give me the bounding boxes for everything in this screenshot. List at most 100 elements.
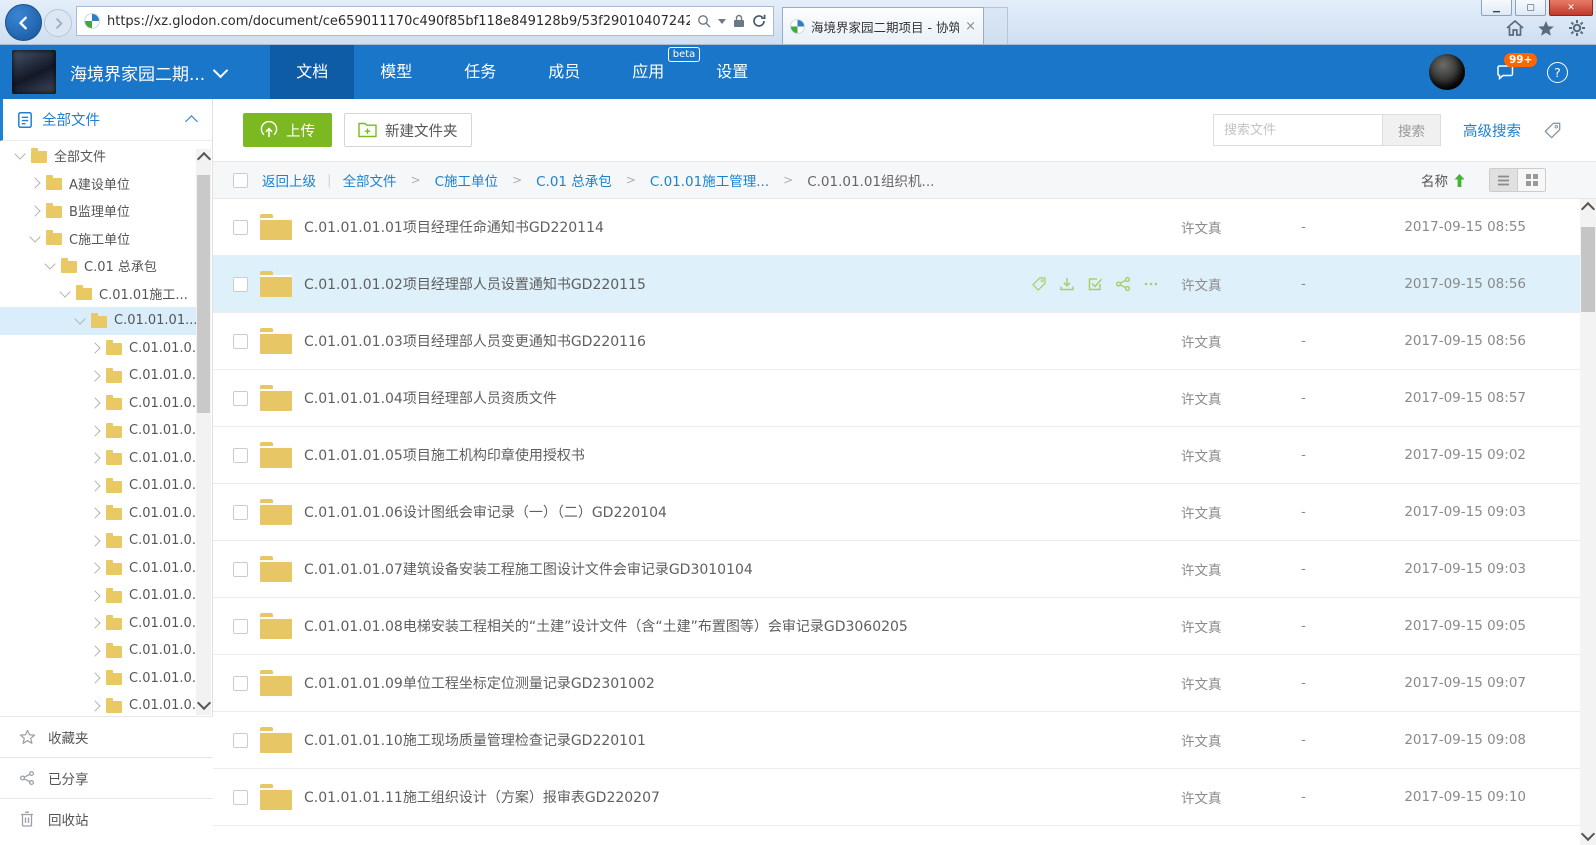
row-checkbox[interactable] <box>233 733 248 748</box>
tree-item[interactable]: C.01.01.01... <box>0 307 196 335</box>
chevron-right-icon[interactable] <box>89 618 100 629</box>
file-name[interactable]: C.01.01.01.03项目经理部人员变更通知书GD220116 <box>304 331 1031 351</box>
chevron-right-icon[interactable] <box>89 535 100 546</box>
chevron-right-icon[interactable] <box>89 700 100 711</box>
row-checkbox[interactable] <box>233 334 248 349</box>
row-checkbox[interactable] <box>233 220 248 235</box>
chevron-right-icon[interactable] <box>89 370 100 381</box>
file-row[interactable]: C.01.01.01.10施工现场质量管理检查记录GD220101许文真-201… <box>213 712 1596 769</box>
tag-icon[interactable] <box>1031 276 1047 292</box>
sidebar-item-shared[interactable]: 已分享 <box>0 757 213 798</box>
tree-item[interactable]: C.01.01.0... <box>0 417 196 445</box>
breadcrumb-link[interactable]: C施工单位 <box>435 170 498 190</box>
file-name[interactable]: C.01.01.01.10施工现场质量管理检查记录GD220101 <box>304 730 1031 750</box>
tree-item[interactable]: C.01.01.0... <box>0 637 196 665</box>
sort-control[interactable]: 名称 <box>1421 170 1465 190</box>
tree-item[interactable]: A建设单位 <box>0 170 196 198</box>
chevron-right-icon[interactable] <box>29 178 40 189</box>
new-tab-stub[interactable] <box>984 7 1008 44</box>
tree-item[interactable]: C.01.01.0... <box>0 665 196 693</box>
close-icon[interactable]: ✕ <box>1549 0 1593 16</box>
tree-item[interactable]: C.01.01.0... <box>0 445 196 473</box>
chevron-down-icon[interactable] <box>59 286 70 297</box>
chevron-right-icon[interactable] <box>89 398 100 409</box>
row-checkbox[interactable] <box>233 619 248 634</box>
file-name[interactable]: C.01.01.01.04项目经理部人员资质文件 <box>304 388 1031 408</box>
tree-item[interactable]: C.01.01.0... <box>0 500 196 528</box>
list-view-button[interactable] <box>1490 169 1517 191</box>
tree-item[interactable]: C.01 总承包 <box>0 252 196 280</box>
file-row[interactable]: C.01.01.01.04项目经理部人员资质文件许文真-2017-09-15 0… <box>213 370 1596 427</box>
project-selector[interactable]: 海境界家园二期... <box>0 45 226 99</box>
file-name[interactable]: C.01.01.01.07建筑设备安装工程施工图设计文件会审记录GD301010… <box>304 559 1031 579</box>
chevron-right-icon[interactable] <box>89 343 100 354</box>
download-icon[interactable] <box>1059 276 1075 292</box>
file-name[interactable]: C.01.01.01.06设计图纸会审记录（一）（二）GD220104 <box>304 502 1031 522</box>
row-checkbox[interactable] <box>233 448 248 463</box>
nav-item-5[interactable]: 设置 <box>690 45 774 99</box>
tree-item[interactable]: C.01.01.0... <box>0 610 196 638</box>
file-name[interactable]: C.01.01.01.05项目施工机构印章使用授权书 <box>304 445 1031 465</box>
home-icon[interactable] <box>1506 20 1524 36</box>
chevron-right-icon[interactable] <box>29 205 40 216</box>
tree-item[interactable]: C.01.01.0... <box>0 555 196 583</box>
sidebar-item-favorites[interactable]: 收藏夹 <box>0 716 213 757</box>
chevron-right-icon[interactable] <box>89 425 100 436</box>
row-checkbox[interactable] <box>233 277 248 292</box>
chevron-down-icon[interactable] <box>74 314 85 325</box>
tree-item[interactable]: C.01.01施工... <box>0 280 196 308</box>
nav-item-0[interactable]: 文档 <box>270 45 354 99</box>
search-icon[interactable] <box>697 14 711 28</box>
nav-item-3[interactable]: 成员 <box>522 45 606 99</box>
search-input[interactable] <box>1213 114 1383 146</box>
file-name[interactable]: C.01.01.01.09单位工程坐标定位测量记录GD2301002 <box>304 673 1031 693</box>
file-name[interactable]: C.01.01.01.02项目经理部人员设置通知书GD220115 <box>304 274 1031 294</box>
scrollbar-thumb[interactable] <box>1581 227 1595 312</box>
file-row[interactable]: C.01.01.01.09单位工程坐标定位测量记录GD2301002许文真-20… <box>213 655 1596 712</box>
chevron-up-icon[interactable] <box>185 115 198 128</box>
upload-button[interactable]: 上传 <box>243 113 332 147</box>
help-icon[interactable]: ? <box>1547 62 1568 83</box>
file-row[interactable]: C.01.01.01.06设计图纸会审记录（一）（二）GD220104许文真-2… <box>213 484 1596 541</box>
chevron-right-icon[interactable] <box>89 673 100 684</box>
file-row[interactable]: C.01.01.01.11施工组织设计（方案）报审表GD220207许文真-20… <box>213 769 1596 826</box>
tree-item[interactable]: C施工单位 <box>0 225 196 253</box>
settings-gear-icon[interactable] <box>1568 19 1586 37</box>
tree-item[interactable]: 全部文件 <box>0 142 196 170</box>
tree-item[interactable]: B监理单位 <box>0 197 196 225</box>
file-name[interactable]: C.01.01.01.08电梯安装工程相关的“土建”设计文件（含“土建”布置图等… <box>304 616 1031 636</box>
sidebar-header-all-files[interactable]: 全部文件 <box>0 99 212 141</box>
row-checkbox[interactable] <box>233 790 248 805</box>
row-checkbox[interactable] <box>233 562 248 577</box>
scroll-down-icon[interactable] <box>1581 827 1595 841</box>
browser-tab[interactable]: 海境界家园二期项目 - 协筑 × <box>782 7 984 44</box>
row-checkbox[interactable] <box>233 391 248 406</box>
chevron-right-icon[interactable] <box>89 453 100 464</box>
close-tab-icon[interactable]: × <box>965 20 976 33</box>
tree-item[interactable]: C.01.01.0... <box>0 335 196 363</box>
file-row[interactable]: C.01.01.01.02项目经理部人员设置通知书GD220115许文真-201… <box>213 256 1596 313</box>
search-button[interactable]: 搜索 <box>1383 114 1441 146</box>
row-checkbox[interactable] <box>233 505 248 520</box>
more-icon[interactable] <box>1143 276 1159 292</box>
back-button[interactable] <box>5 4 42 41</box>
caret-down-icon[interactable] <box>718 19 726 24</box>
file-name[interactable]: C.01.01.01.01项目经理任命通知书GD220114 <box>304 217 1031 237</box>
breadcrumb-link[interactable]: C.01.01施工管理... <box>650 170 769 190</box>
advanced-search-link[interactable]: 高级搜索 <box>1463 120 1521 141</box>
nav-item-2[interactable]: 任务 <box>438 45 522 99</box>
chevron-down-icon[interactable] <box>14 149 25 160</box>
share-icon[interactable] <box>1115 276 1131 292</box>
favorites-star-icon[interactable] <box>1537 20 1555 37</box>
breadcrumb-link[interactable]: C.01 总承包 <box>536 170 612 190</box>
scrollbar-thumb[interactable] <box>197 175 210 413</box>
nav-item-1[interactable]: 模型 <box>354 45 438 99</box>
chevron-right-icon[interactable] <box>89 590 100 601</box>
chevron-right-icon[interactable] <box>89 508 100 519</box>
list-scrollbar[interactable] <box>1580 199 1596 845</box>
chevron-right-icon[interactable] <box>89 645 100 656</box>
minimize-icon[interactable]: ▁ <box>1481 0 1512 16</box>
file-row[interactable]: C.01.01.01.07建筑设备安装工程施工图设计文件会审记录GD301010… <box>213 541 1596 598</box>
chevron-right-icon[interactable] <box>89 480 100 491</box>
new-folder-button[interactable]: 新建文件夹 <box>344 113 472 147</box>
